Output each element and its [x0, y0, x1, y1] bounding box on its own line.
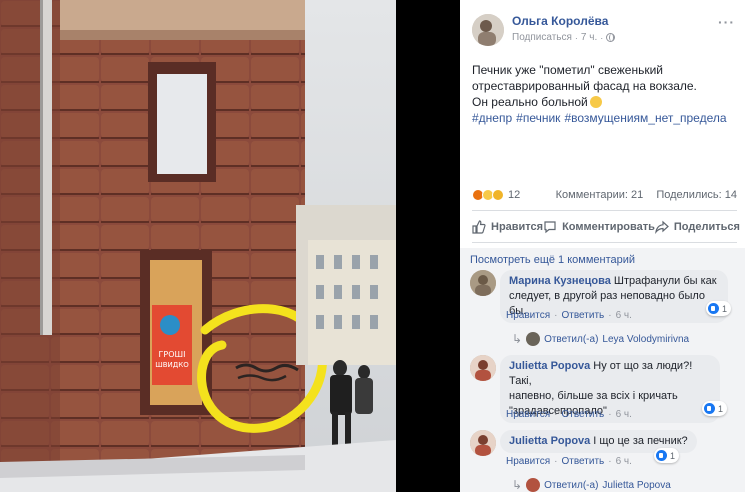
- commenter-avatar[interactable]: [470, 355, 496, 381]
- more-options-button[interactable]: ···: [718, 14, 735, 30]
- comment-likes-badge[interactable]: 1: [706, 301, 732, 316]
- reply-label: Ответил(-а): [544, 479, 599, 491]
- comment-button-label: Комментировать: [562, 221, 655, 233]
- reply-summary[interactable]: ↳ Ответил(-а) Julietta Popova: [512, 478, 671, 492]
- separator: ·: [608, 456, 612, 467]
- comment-reply-link[interactable]: Ответить: [561, 456, 604, 467]
- comment-likes-count: 1: [718, 403, 724, 414]
- post-actions: Нравится Комментировать Поделиться: [472, 216, 740, 238]
- share-button-label: Поделиться: [673, 221, 740, 233]
- reaction-count: 12: [508, 189, 521, 201]
- comment-button[interactable]: Комментировать: [543, 216, 655, 238]
- sign-text-2: ШВИДКО: [155, 361, 189, 369]
- post-text-line-1: Печник уже "пометил" свеженький: [472, 63, 664, 77]
- hashtag-link[interactable]: #печник: [516, 111, 560, 125]
- post-text-line-2: отреставрированный фасад на вокзале.: [472, 79, 697, 93]
- post-header: Ольга Королёва Подписаться · 7 ч. ·: [472, 14, 616, 48]
- commenter-avatar[interactable]: [470, 430, 496, 456]
- comments-count-link[interactable]: Комментарии: 21: [556, 189, 644, 201]
- sign-text-1: ГРОШІ: [159, 350, 186, 359]
- comment-reply-link[interactable]: Ответить: [561, 310, 604, 321]
- like-badge-icon: [656, 450, 667, 461]
- photo-scene: ГРОШІ ШВИДКО: [0, 0, 460, 492]
- smile-emoji-icon: [589, 96, 602, 108]
- comment-actions: Нравится · Ответить · 6 ч.: [506, 310, 632, 321]
- hashtags: #днепр #печник #возмущениям_нет_предела: [472, 110, 737, 126]
- comment-likes-badge[interactable]: 1: [654, 448, 680, 463]
- comment-like-link[interactable]: Нравится: [506, 310, 550, 321]
- separator: ·: [554, 456, 558, 467]
- comment-actions: Нравится · Ответить · 6 ч.: [506, 409, 632, 420]
- reply-avatar: [526, 478, 541, 492]
- reply-author-name[interactable]: Julietta Popova: [602, 480, 670, 491]
- post-panel: Ольга Королёва Подписаться · 7 ч. · ··· …: [460, 0, 745, 492]
- comment-time[interactable]: 6 ч.: [616, 409, 632, 420]
- share-icon: [655, 220, 669, 234]
- comment-likes-badge[interactable]: 1: [702, 401, 728, 416]
- divider: [472, 210, 737, 211]
- post-text: Печник уже "пометил" свеженький отрестав…: [472, 62, 737, 126]
- reply-summary[interactable]: ↳ Ответил(-а) Leya Volodymirivna: [512, 332, 689, 346]
- comment-likes-count: 1: [722, 303, 728, 314]
- comments-section: Посмотреть ещё 1 комментарий Марина Кузн…: [460, 248, 745, 492]
- hashtag-link[interactable]: #днепр: [472, 111, 512, 125]
- reply-arrow-icon: ↳: [512, 478, 523, 492]
- comment-text-1: І що це за печник?: [593, 435, 688, 447]
- like-badge-icon: [704, 403, 715, 414]
- thumbs-up-icon: [472, 220, 486, 234]
- follow-link[interactable]: Подписаться: [512, 32, 572, 43]
- separator: ·: [554, 310, 558, 321]
- like-button[interactable]: Нравится: [472, 216, 543, 238]
- separator: ·: [608, 310, 612, 321]
- comment-text-2: напевно, більше за всіх і кричать: [509, 390, 678, 402]
- commenter-name[interactable]: Julietta Popova: [509, 435, 590, 447]
- comment-icon: [544, 221, 556, 234]
- author-name[interactable]: Ольга Королёва: [512, 14, 615, 29]
- meta-dot: ·: [574, 32, 578, 43]
- reactions-bar: 12 Комментарии: 21 Поделились: 14: [472, 186, 737, 204]
- comment-time[interactable]: 6 ч.: [616, 456, 632, 467]
- comment-text-1: Штрафанули бы как: [613, 275, 717, 287]
- comment-reply-link[interactable]: Ответить: [561, 409, 604, 420]
- post-meta: Подписаться · 7 ч. ·: [512, 32, 616, 43]
- post-photo[interactable]: ГРОШІ ШВИДКО: [0, 0, 460, 492]
- post-time[interactable]: 7 ч.: [581, 32, 597, 43]
- meta-dot-2: ·: [600, 32, 604, 43]
- see-more-comments-link[interactable]: Посмотреть ещё 1 комментарий: [470, 254, 635, 266]
- reactions-summary[interactable]: 12: [472, 189, 520, 201]
- reply-arrow-icon: ↳: [512, 332, 523, 346]
- comment-like-link[interactable]: Нравится: [506, 456, 550, 467]
- comment-like-link[interactable]: Нравится: [506, 409, 550, 420]
- shares-count-link[interactable]: Поделились: 14: [656, 189, 737, 201]
- like-button-label: Нравится: [491, 221, 544, 233]
- commenter-name[interactable]: Julietta Popova: [509, 360, 590, 372]
- globe-icon: [606, 33, 616, 42]
- author-avatar[interactable]: [472, 14, 504, 46]
- separator: ·: [554, 409, 558, 420]
- comment-actions: Нравится · Ответить · 6 ч.: [506, 456, 632, 467]
- separator: ·: [608, 409, 612, 420]
- comment-time[interactable]: 6 ч.: [616, 310, 632, 321]
- divider: [472, 242, 737, 243]
- commenter-avatar[interactable]: [470, 270, 496, 296]
- commenter-name[interactable]: Марина Кузнецова: [509, 275, 611, 287]
- post-text-line-3: Он реально больной: [472, 95, 588, 109]
- reply-avatar: [526, 332, 541, 346]
- hashtag-link[interactable]: #возмущениям_нет_предела: [564, 111, 726, 125]
- reply-author-name[interactable]: Leya Volodymirivna: [602, 334, 689, 345]
- like-badge-icon: [708, 303, 719, 314]
- wow-reaction-icon: [492, 189, 504, 201]
- reply-label: Ответил(-а): [544, 333, 599, 345]
- comment-likes-count: 1: [670, 450, 676, 461]
- share-button[interactable]: Поделиться: [655, 216, 740, 238]
